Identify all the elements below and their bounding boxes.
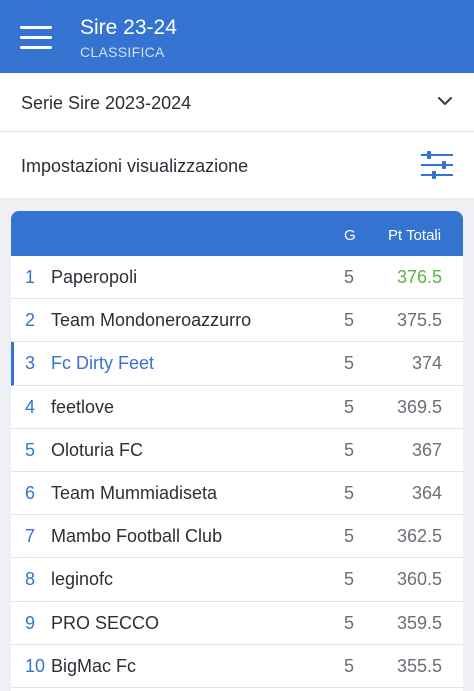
- total-points: 359.5: [396, 612, 442, 633]
- display-settings-row[interactable]: Impostazioni visualizzazione: [0, 132, 474, 198]
- team-name: Oloturia FC: [51, 439, 144, 460]
- games-played: 5: [344, 569, 355, 590]
- games-column-header[interactable]: G: [344, 227, 356, 244]
- team-name: leginofc: [51, 569, 114, 590]
- standings-list: 1 Paperopoli 5 376.5 2 Team Mondoneroazz…: [11, 256, 463, 688]
- table-row-my-team[interactable]: 3 Fc Dirty Feet 5 374: [11, 342, 463, 386]
- table-row[interactable]: 5 Oloturia FC 5 367: [11, 429, 463, 472]
- rank: 3: [25, 353, 36, 374]
- table-row[interactable]: 1 Paperopoli 5 376.5: [11, 256, 463, 300]
- team-name: feetlove: [51, 396, 115, 417]
- rank: 8: [25, 569, 36, 590]
- table-row[interactable]: 6 Team Mummiadiseta 5 364: [11, 472, 463, 516]
- team-name: PRO SECCO: [51, 612, 160, 633]
- total-points: 376.5: [396, 267, 442, 287]
- total-points: 355.5: [396, 655, 442, 676]
- games-played: 5: [344, 439, 355, 460]
- total-points: 367: [411, 439, 442, 460]
- standings-header: G Pt Totali: [11, 211, 463, 256]
- rank: 6: [25, 482, 36, 503]
- games-played: 5: [344, 655, 355, 676]
- sliders-icon[interactable]: [420, 151, 454, 179]
- games-played: 5: [344, 396, 355, 417]
- team-name: Mambo Football Club: [51, 526, 223, 547]
- table-row[interactable]: 4 feetlove 5 369.5: [11, 386, 463, 429]
- rank: 1: [25, 267, 36, 287]
- team-name: Paperopoli: [51, 267, 138, 287]
- rank: 4: [25, 396, 36, 417]
- team-name: BigMac Fc: [51, 655, 137, 676]
- total-points: 364: [411, 482, 442, 503]
- total-points: 360.5: [396, 569, 442, 590]
- app-bar: Sire 23-24 CLASSIFICA: [0, 0, 474, 73]
- table-row[interactable]: 9 PRO SECCO 5 359.5: [11, 602, 463, 645]
- chevron-down-icon: [438, 97, 452, 105]
- hamburger-menu-icon[interactable]: [20, 24, 52, 50]
- rank: 7: [25, 526, 36, 547]
- rank: 2: [25, 310, 36, 331]
- table-row[interactable]: 10 BigMac Fc 5 355.5: [11, 645, 463, 688]
- team-name: Fc Dirty Feet: [51, 353, 155, 374]
- games-played: 5: [344, 482, 355, 503]
- team-name: Team Mummiadiseta: [51, 482, 218, 503]
- league-selector[interactable]: Serie Sire 2023-2024: [0, 73, 474, 132]
- app-title: Sire 23-24: [80, 16, 177, 39]
- rank: 9: [25, 612, 36, 633]
- total-points: 369.5: [396, 396, 442, 417]
- total-points: 362.5: [396, 526, 442, 547]
- games-played: 5: [344, 267, 355, 287]
- rank: 5: [25, 439, 36, 460]
- team-name: Team Mondoneroazzurro: [51, 310, 252, 331]
- total-points: 375.5: [396, 310, 442, 331]
- table-row[interactable]: 7 Mambo Football Club 5 362.5: [11, 515, 463, 559]
- games-played: 5: [344, 526, 355, 547]
- points-column-header[interactable]: Pt Totali: [388, 227, 441, 244]
- games-played: 5: [344, 353, 355, 374]
- games-played: 5: [344, 612, 355, 633]
- league-label: Serie Sire 2023-2024: [21, 93, 192, 113]
- display-settings-label: Impostazioni visualizzazione: [21, 156, 249, 176]
- standings-card: G Pt Totali 1 Paperopoli 5 376.5 2 Team …: [11, 211, 463, 691]
- games-played: 5: [344, 310, 355, 331]
- rank: 10: [25, 655, 46, 676]
- total-points: 374: [411, 353, 442, 374]
- table-row[interactable]: 2 Team Mondoneroazzurro 5 375.5: [11, 299, 463, 343]
- table-row[interactable]: 8 leginofc 5 360.5: [11, 558, 463, 602]
- app-subtitle: CLASSIFICA: [80, 44, 165, 60]
